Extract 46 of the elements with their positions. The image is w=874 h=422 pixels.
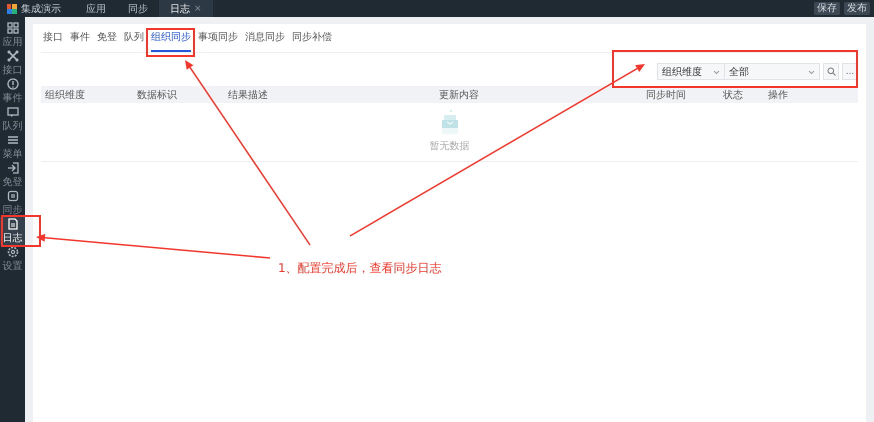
annotation-text: 1、配置完成后，查看同步日志 xyxy=(278,260,442,277)
network-icon xyxy=(6,50,18,62)
sidebar-item[interactable]: 接口 xyxy=(0,49,25,77)
tab[interactable]: 事项同步 xyxy=(198,30,238,52)
save-button[interactable]: 保存 xyxy=(814,2,840,15)
logo-icon xyxy=(7,4,17,14)
highlight-frame xyxy=(1,215,41,247)
search-icon xyxy=(826,67,836,76)
tab[interactable]: 队列 xyxy=(124,30,144,52)
tab[interactable]: 消息同步 xyxy=(245,30,285,52)
document-icon xyxy=(6,218,18,230)
tab[interactable]: 同步补偿 xyxy=(292,30,332,52)
grid-icon xyxy=(6,22,18,34)
column-header: 数据标识 xyxy=(136,88,178,102)
menu-icon xyxy=(6,134,18,146)
sidebar-item[interactable]: 日志 xyxy=(0,217,25,245)
publish-button[interactable]: 发布 xyxy=(844,2,870,15)
close-icon[interactable]: × xyxy=(194,4,202,14)
column-header: 同步时间 xyxy=(645,88,687,102)
tab[interactable]: 事件 xyxy=(70,30,90,52)
empty-message: 暂无数据 xyxy=(430,140,470,153)
highlight-frame xyxy=(146,28,195,57)
app-title: 集成演示 xyxy=(21,2,61,16)
sidebar-item[interactable]: 同步 xyxy=(0,189,25,217)
sidebar-item[interactable]: 队列 xyxy=(0,105,25,133)
column-header: 组织维度 xyxy=(44,88,86,102)
nav-tab[interactable]: 同步 xyxy=(117,0,159,17)
column-header: 更新内容 xyxy=(438,88,480,102)
column-header: 状态 xyxy=(722,88,744,102)
sidebar-item[interactable]: 事件 xyxy=(0,77,25,105)
sidebar-item[interactable]: 菜单 xyxy=(0,133,25,161)
tab[interactable]: 免登 xyxy=(97,30,117,52)
sidebar-item[interactable]: 设置 xyxy=(0,245,25,273)
login-icon xyxy=(6,162,18,174)
alert-icon xyxy=(6,78,18,90)
column-header: 操作 xyxy=(767,88,789,102)
sidebar-item[interactable]: 免登 xyxy=(0,161,25,189)
tab[interactable]: 接口 xyxy=(43,30,63,52)
sidebar-item[interactable]: 应用 xyxy=(0,21,25,49)
nav-tab[interactable]: 日志 × xyxy=(159,0,213,17)
search-button[interactable] xyxy=(823,63,839,80)
settings-icon xyxy=(6,246,18,258)
tab[interactable]: 组织同步 xyxy=(151,30,191,52)
column-header: 结果描述 xyxy=(227,88,269,102)
nav-tab[interactable]: 应用 xyxy=(75,0,117,17)
chat-icon xyxy=(6,106,18,118)
